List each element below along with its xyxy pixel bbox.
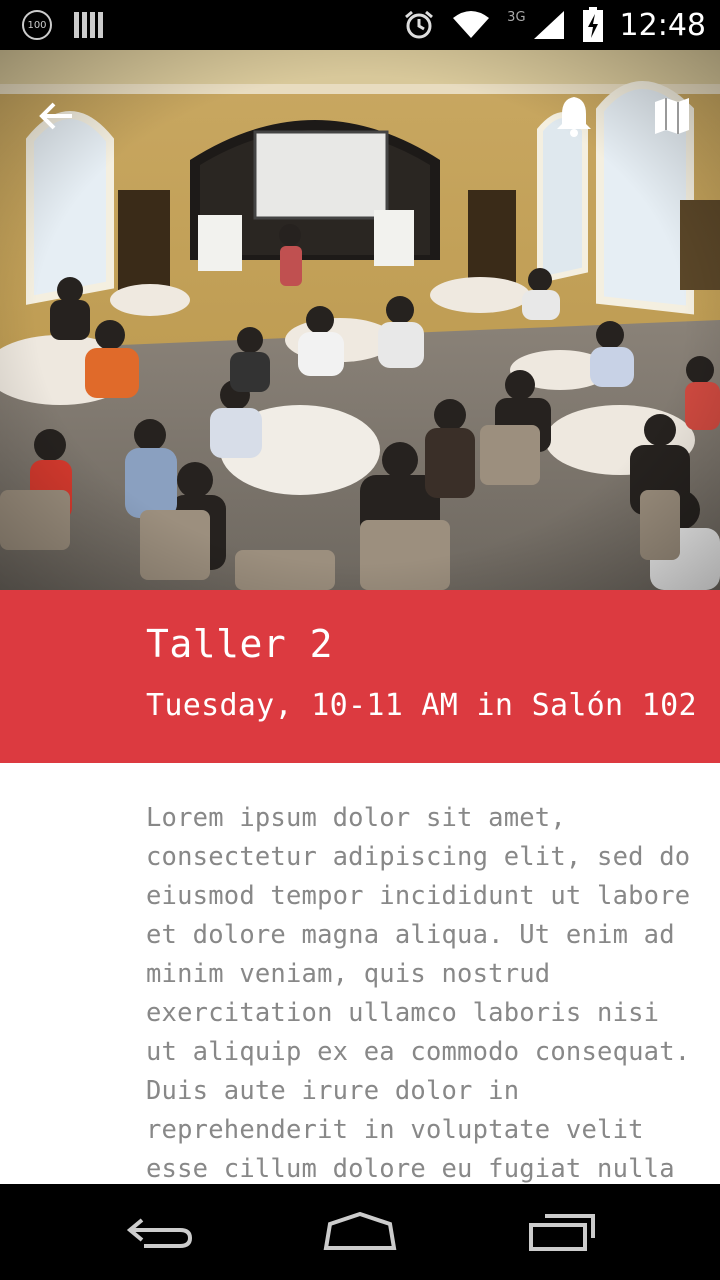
event-header: Taller 2 Tuesday, 10-11 AM in Salón 102 xyxy=(0,590,720,763)
event-description: Lorem ipsum dolor sit amet, consectetur … xyxy=(146,803,691,1184)
recents-icon xyxy=(529,1214,595,1251)
event-title: Taller 2 xyxy=(146,622,334,666)
nav-home-button[interactable] xyxy=(315,1204,405,1260)
navigation-bar xyxy=(0,1184,720,1280)
clock: 12:48 xyxy=(619,7,706,43)
status-bar: 100 3G 12:48 xyxy=(0,0,720,50)
barcode-icon xyxy=(74,12,103,38)
home-icon xyxy=(323,1212,397,1250)
map-icon xyxy=(655,98,689,134)
nav-recents-button[interactable] xyxy=(517,1204,607,1260)
nav-back-button[interactable] xyxy=(115,1204,205,1260)
hero-image xyxy=(0,50,720,590)
back-arrow-icon xyxy=(39,102,72,130)
battery-badge-label: 100 xyxy=(27,19,47,31)
event-schedule: Tuesday, 10-11 AM in Salón 102 xyxy=(146,688,697,723)
bell-icon xyxy=(557,97,591,137)
alarm-icon xyxy=(405,10,434,39)
event-details[interactable]: Lorem ipsum dolor sit amet, consectetur … xyxy=(0,763,720,1184)
conference-room-photo xyxy=(0,50,720,590)
notifications-button[interactable] xyxy=(550,92,598,140)
back-arrow-button[interactable] xyxy=(32,92,80,140)
network-type-label: 3G xyxy=(507,9,526,25)
wifi-icon xyxy=(453,11,490,38)
back-icon xyxy=(126,1218,193,1248)
map-button[interactable] xyxy=(648,92,696,140)
notification-100-icon: 100 xyxy=(22,10,52,40)
signal-icon xyxy=(533,11,564,39)
battery-icon xyxy=(582,7,603,42)
